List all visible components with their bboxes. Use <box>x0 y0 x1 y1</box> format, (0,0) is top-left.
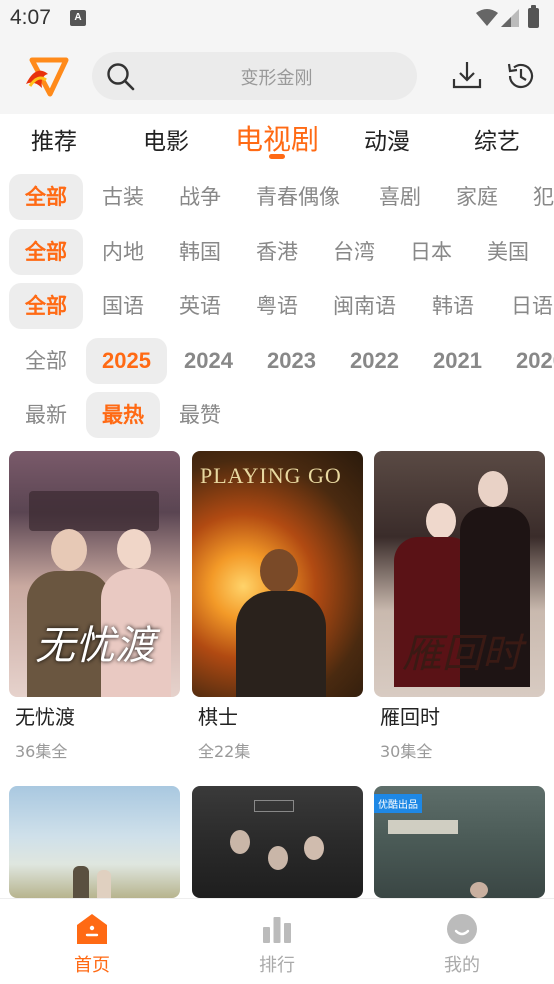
card-episodes: 36集全 <box>15 742 68 761</box>
filter-row-type: 全部 古装 战争 青春偶像 喜剧 家庭 犯 <box>0 174 554 222</box>
status-bar: 4:07 A <box>0 0 554 40</box>
bottom-navigation: 首页 排行 我的 <box>0 898 554 984</box>
category-tabs: 推荐 电影 电视剧 动漫 综艺 <box>0 114 554 170</box>
filter-row-year: 全部 2025 2024 2023 2022 2021 2020 <box>0 338 554 386</box>
poster-image <box>9 786 180 898</box>
filter-chip[interactable]: 台湾 <box>317 229 391 275</box>
filter-chip[interactable]: 古装 <box>86 174 160 220</box>
filter-chip[interactable]: 最新 <box>9 392 83 438</box>
home-icon <box>77 914 107 944</box>
profile-icon <box>447 914 477 944</box>
app-logo-icon[interactable] <box>22 54 70 98</box>
filter-chip[interactable]: 全部 <box>9 174 83 220</box>
nav-label: 首页 <box>74 955 110 976</box>
filter-chip[interactable]: 战争 <box>163 174 237 220</box>
filter-row-region: 全部 内地 韩国 香港 台湾 日本 美国 <box>0 229 554 277</box>
filter-chip[interactable]: 2024 <box>168 338 249 384</box>
drama-card[interactable] <box>9 786 180 898</box>
poster-image: 无忧渡 <box>9 451 180 697</box>
drama-card[interactable]: 无忧渡 无忧渡 36集全 <box>9 451 180 762</box>
battery-icon <box>528 5 539 28</box>
filter-chip[interactable]: 2020 <box>500 338 554 384</box>
tab-variety[interactable]: 综艺 <box>474 122 520 156</box>
filter-chip[interactable]: 最热 <box>86 392 160 438</box>
filter-chip[interactable]: 青春偶像 <box>240 174 356 220</box>
filter-chip[interactable]: 2023 <box>251 338 332 384</box>
ranking-icon <box>263 917 291 943</box>
history-icon[interactable] <box>505 60 537 92</box>
status-time: 4:07 <box>10 6 51 29</box>
nav-label: 我的 <box>444 955 480 976</box>
filter-chip[interactable]: 香港 <box>240 229 314 275</box>
nav-ranking[interactable]: 排行 <box>217 899 337 984</box>
filter-chip[interactable]: 家庭 <box>440 174 514 220</box>
nav-profile[interactable]: 我的 <box>402 899 522 984</box>
drama-card[interactable]: 优酷出品 <box>374 786 545 898</box>
card-episodes: 全22集 <box>198 742 251 761</box>
card-episodes: 30集全 <box>380 742 433 761</box>
filter-chip[interactable]: 全部 <box>9 338 83 384</box>
active-tab-indicator <box>269 154 285 159</box>
poster-art-text: PLAYING GO <box>200 463 342 488</box>
filter-chip[interactable]: 日本 <box>394 229 468 275</box>
filter-row-language: 全部 国语 英语 粤语 闽南语 韩语 日语 <box>0 283 554 331</box>
filter-chip[interactable]: 喜剧 <box>363 174 437 220</box>
card-title: 棋士 <box>198 705 238 729</box>
poster-art-text: 无忧渡 <box>35 623 155 669</box>
poster-badge: 优酷出品 <box>374 794 422 813</box>
card-title: 无忧渡 <box>15 705 75 729</box>
card-title: 雁回时 <box>380 705 440 729</box>
tab-anime[interactable]: 动漫 <box>364 122 410 156</box>
filter-chip[interactable]: 2025 <box>86 338 167 384</box>
filter-row-sort: 最新 最热 最赞 <box>0 392 554 440</box>
tab-tv-series[interactable]: 电视剧 <box>235 118 319 158</box>
filter-chip[interactable]: 韩国 <box>163 229 237 275</box>
download-icon[interactable] <box>451 60 483 90</box>
drama-card[interactable]: 雁回时 雁回时 30集全 <box>374 451 545 762</box>
poster-image: 雁回时 <box>374 451 545 697</box>
filter-chip[interactable]: 日语 <box>495 283 554 329</box>
nav-home[interactable]: 首页 <box>32 899 152 984</box>
tab-movies[interactable]: 电影 <box>143 122 189 156</box>
tab-recommend[interactable]: 推荐 <box>31 122 77 156</box>
signal-icon <box>501 9 519 27</box>
filter-chip[interactable]: 2022 <box>334 338 415 384</box>
filter-chip[interactable]: 内地 <box>86 229 160 275</box>
filter-chip[interactable]: 英语 <box>163 283 237 329</box>
filter-chip[interactable]: 韩语 <box>416 283 490 329</box>
poster-art-text: 雁回时 <box>402 631 522 677</box>
wifi-icon <box>476 9 498 26</box>
filter-chip[interactable]: 国语 <box>86 283 160 329</box>
filter-chip[interactable]: 2021 <box>417 338 498 384</box>
filter-chip[interactable]: 粤语 <box>240 283 314 329</box>
search-placeholder: 变形金刚 <box>240 68 313 89</box>
search-bar[interactable]: 变形金刚 <box>92 52 417 100</box>
filter-chip[interactable]: 闽南语 <box>317 283 412 329</box>
poster-image <box>192 786 363 898</box>
notification-icon: A <box>70 10 86 26</box>
filter-chip[interactable]: 犯 <box>517 174 554 220</box>
filter-chip[interactable]: 最赞 <box>163 392 237 438</box>
filter-chip[interactable]: 全部 <box>9 283 83 329</box>
app-header: 变形金刚 <box>0 40 554 114</box>
poster-image: PLAYING GO <box>192 451 363 697</box>
nav-label: 排行 <box>259 955 295 976</box>
drama-card[interactable] <box>192 786 363 898</box>
filter-chip[interactable]: 美国 <box>471 229 545 275</box>
poster-image: 优酷出品 <box>374 786 545 898</box>
filter-chip[interactable]: 全部 <box>9 229 83 275</box>
drama-card[interactable]: PLAYING GO 棋士 全22集 <box>192 451 363 762</box>
